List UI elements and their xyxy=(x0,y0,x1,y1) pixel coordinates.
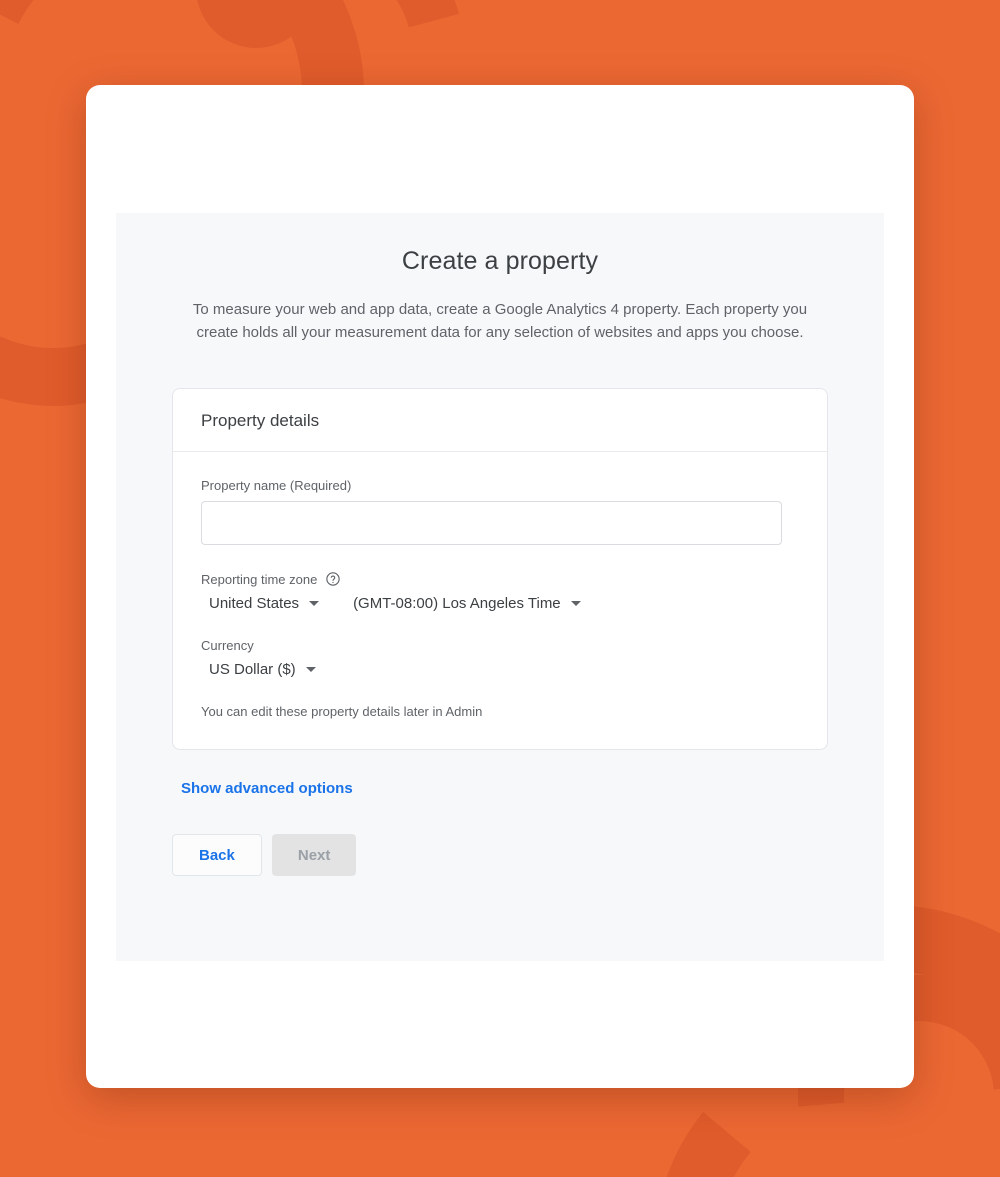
time-zone-selects: United States (GMT-08:00) Los Angeles Ti… xyxy=(201,595,799,612)
currency-label: Currency xyxy=(201,638,254,653)
property-details-note: You can edit these property details late… xyxy=(201,704,483,719)
currency-selects: US Dollar ($) xyxy=(201,661,799,678)
property-name-label: Property name (Required) xyxy=(201,478,352,493)
currency-value: US Dollar ($) xyxy=(209,661,296,678)
time-zone-zone-value: (GMT-08:00) Los Angeles Time xyxy=(353,595,561,612)
chevron-down-icon xyxy=(309,601,320,606)
content-panel: Create a property To measure your web an… xyxy=(116,213,884,961)
time-zone-country-value: United States xyxy=(209,595,300,612)
back-button[interactable]: Back xyxy=(172,834,262,876)
time-zone-country-select[interactable]: United States xyxy=(209,595,320,612)
page-title: Create a property xyxy=(401,247,599,275)
reporting-time-zone-field: Reporting time zone United States (GMT-0… xyxy=(201,571,799,612)
property-details-title: Property details xyxy=(201,411,320,430)
time-zone-zone-select[interactable]: (GMT-08:00) Los Angeles Time xyxy=(353,595,581,612)
property-details-header: Property details xyxy=(173,389,827,452)
reporting-time-zone-label: Reporting time zone xyxy=(201,571,799,587)
property-name-input[interactable] xyxy=(201,501,782,545)
dialog-actions: Back Next xyxy=(172,834,828,876)
chevron-down-icon xyxy=(570,601,581,606)
page-description: To measure your web and app data, create… xyxy=(192,301,808,341)
reporting-time-zone-label-text: Reporting time zone xyxy=(201,571,318,587)
show-advanced-options-link[interactable]: Show advanced options xyxy=(181,780,353,797)
chevron-down-icon xyxy=(305,667,316,672)
property-name-field: Property name (Required) xyxy=(201,478,799,545)
property-details-card: Property details Property name (Required… xyxy=(172,388,828,750)
currency-field: Currency US Dollar ($) xyxy=(201,638,799,678)
property-details-body: Property name (Required) Reporting time … xyxy=(173,452,827,749)
create-property-dialog: Create a property To measure your web an… xyxy=(86,85,914,1088)
next-button[interactable]: Next xyxy=(271,834,357,876)
currency-select[interactable]: US Dollar ($) xyxy=(209,661,316,678)
help-circle-icon[interactable] xyxy=(325,571,341,587)
